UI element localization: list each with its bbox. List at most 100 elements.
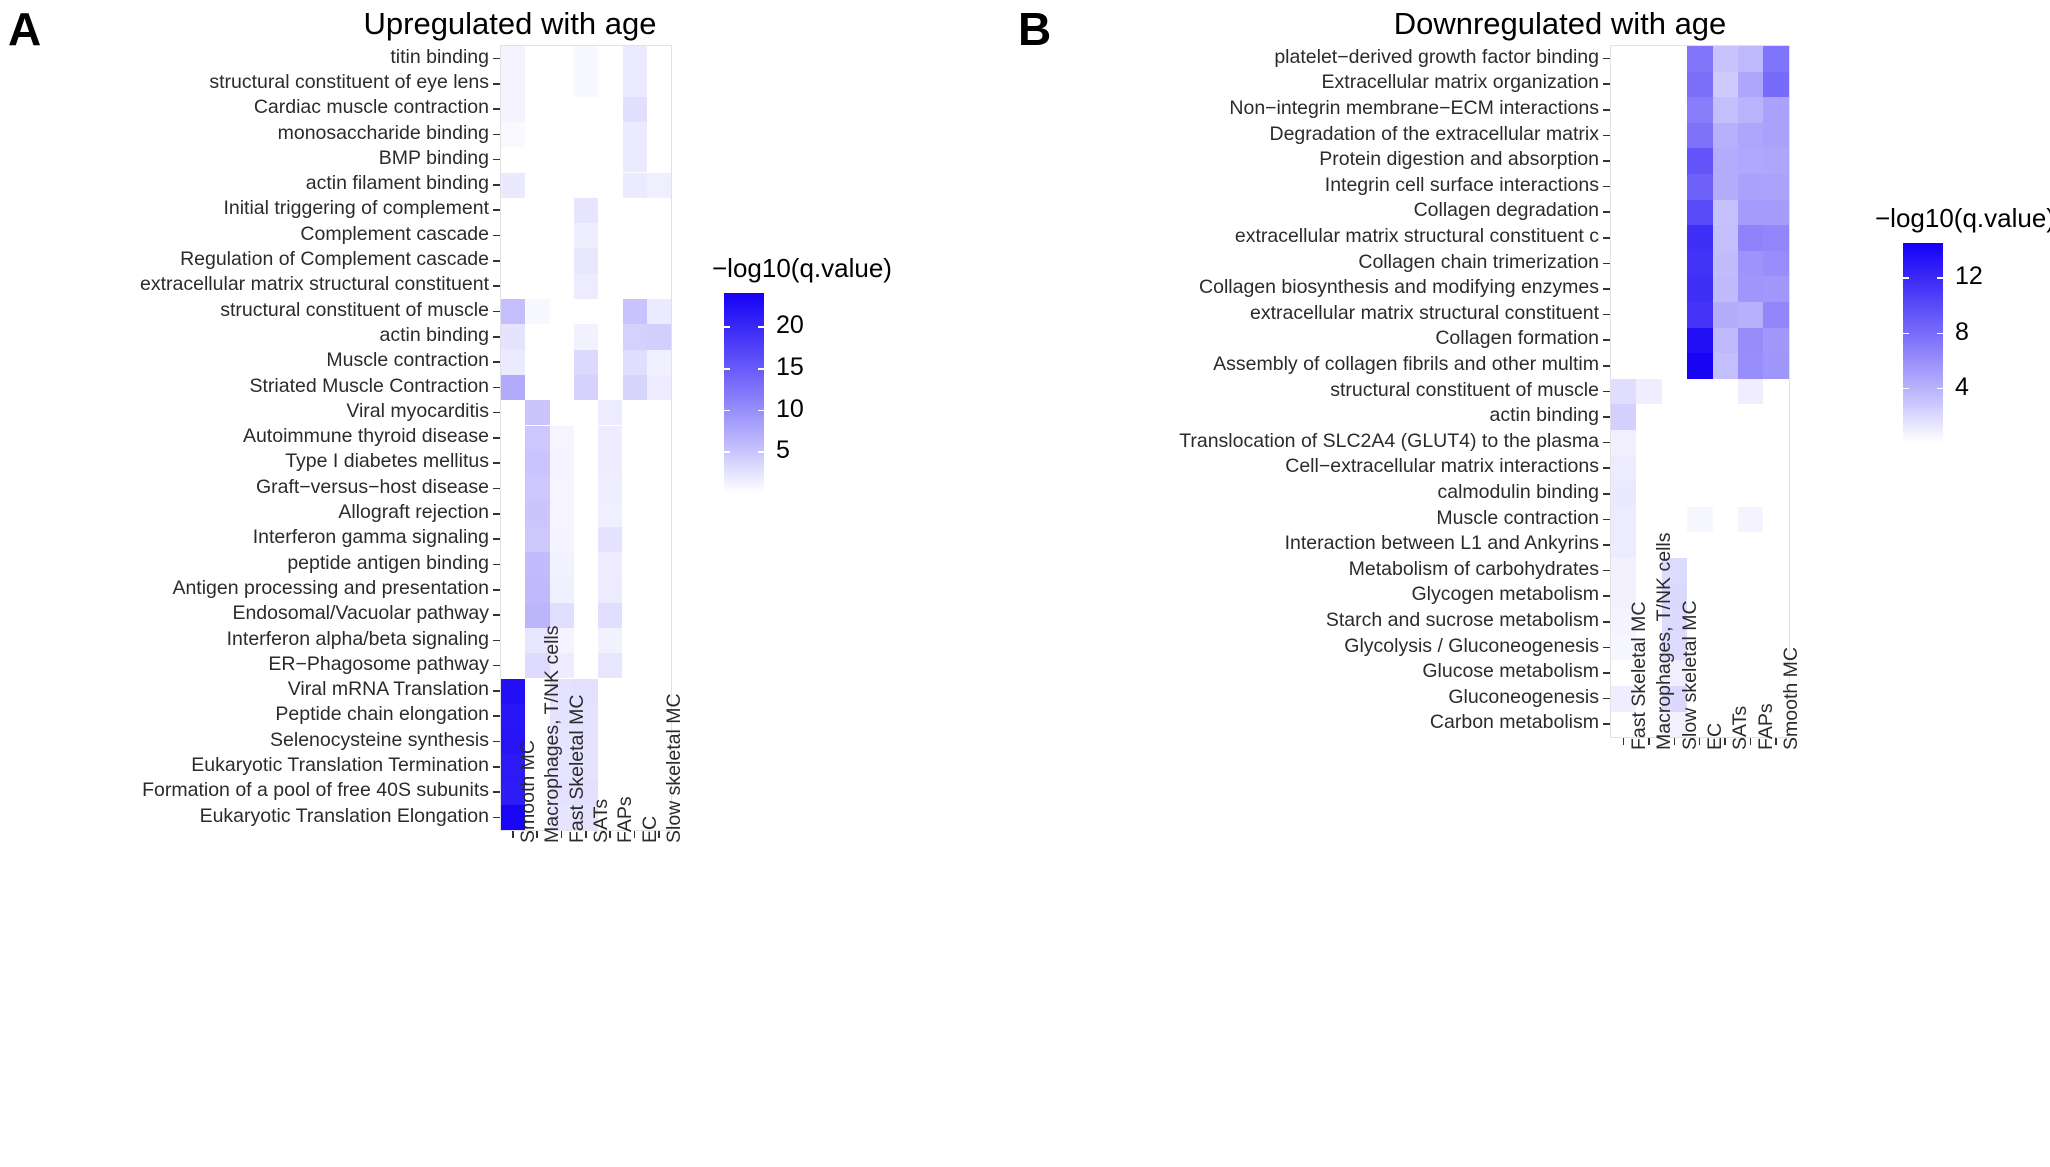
heatmap-cell — [598, 552, 623, 578]
heatmap-cell — [1738, 378, 1764, 405]
row-tick — [1603, 467, 1610, 469]
heatmap-cell — [598, 627, 623, 654]
heatmap-cell — [598, 425, 623, 451]
heatmap-cell — [1763, 353, 1789, 379]
heatmap-cell — [1763, 276, 1789, 302]
legend-tick-label: 8 — [1955, 317, 1969, 346]
column-tick — [1749, 738, 1752, 746]
row-tick — [1603, 723, 1610, 725]
heatmap-cell — [1712, 353, 1738, 379]
heatmap-cell — [573, 273, 599, 299]
heatmap-cell — [1712, 122, 1738, 149]
column-label: SATs — [1729, 706, 1752, 751]
column-tick — [1622, 738, 1625, 746]
legend-tick-label: 5 — [776, 436, 790, 465]
heatmap-cell — [501, 96, 526, 122]
row-label: Regulation of Complement cascade — [180, 248, 489, 271]
row-tick — [493, 184, 500, 186]
heatmap-cell — [1738, 97, 1764, 123]
row-tick — [493, 690, 500, 692]
row-tick — [1603, 109, 1610, 111]
heatmap-cell — [622, 374, 647, 401]
heatmap-cell — [573, 324, 599, 350]
column-label: Macrophages, T/NK cells — [541, 625, 564, 844]
heatmap-cell — [622, 349, 647, 375]
row-label: Collagen chain trimerization — [1358, 250, 1599, 273]
heatmap-cell — [1687, 71, 1713, 98]
heatmap-cell — [1611, 481, 1637, 507]
heatmap-cell — [501, 121, 526, 148]
heatmap-cell — [1738, 250, 1764, 277]
heatmap-cell — [1611, 378, 1637, 405]
row-label: Viral mRNA Translation — [287, 678, 489, 701]
heatmap-cell — [646, 374, 672, 401]
heatmap-cell — [1738, 353, 1764, 379]
row-label: structural constituent of eye lens — [209, 70, 489, 93]
legend-tick — [1937, 332, 1943, 335]
row-tick — [1603, 672, 1610, 674]
row-tick — [493, 386, 500, 389]
heatmap-cell — [1687, 327, 1713, 354]
heatmap-cell — [622, 299, 647, 325]
heatmap-cell — [525, 476, 550, 502]
row-tick — [1603, 544, 1610, 546]
heatmap-cell — [1738, 122, 1764, 149]
row-tick — [493, 664, 500, 667]
heatmap-cell — [501, 324, 526, 350]
row-tick — [493, 766, 500, 768]
row-label: Starch and sucrose metabolism — [1325, 609, 1599, 631]
panel-b-downregulated: B Downregulated with age platelet−derive… — [1010, 0, 2050, 1167]
heatmap-cell — [1712, 46, 1738, 72]
row-tick — [493, 588, 500, 591]
row-label: peptide antigen binding — [287, 551, 489, 574]
column-tick — [657, 831, 660, 839]
heatmap-cell — [1611, 506, 1637, 533]
legend-tick — [724, 326, 730, 328]
legend-tick — [724, 409, 730, 412]
row-label: actin binding — [379, 323, 490, 346]
row-label: monosaccharide binding — [277, 121, 489, 144]
row-tick — [493, 335, 500, 338]
panel-a-colorbar: 20 15 10 5 — [724, 293, 804, 493]
row-tick — [493, 791, 500, 793]
column-label: Slow skeletal MC — [662, 693, 685, 844]
panel-a-letter: A — [8, 3, 42, 55]
heatmap-cell — [598, 526, 623, 552]
heatmap-cell — [549, 450, 574, 477]
heatmap-cell — [1738, 276, 1764, 302]
legend-tick — [1903, 277, 1909, 279]
row-tick — [1603, 57, 1610, 60]
legend-tick — [1903, 332, 1909, 335]
heatmap-cell — [1687, 46, 1713, 72]
heatmap-cell — [1687, 353, 1713, 379]
heatmap-cell — [1712, 97, 1738, 123]
heatmap-cell — [1738, 71, 1764, 98]
column-label: Smooth MC — [1780, 647, 1803, 751]
legend-tick-label: 4 — [1955, 372, 1969, 401]
row-label: Endosomal/Vacuolar pathway — [232, 602, 489, 625]
row-tick — [1603, 313, 1610, 316]
row-label: Eukaryotic Translation Elongation — [199, 804, 489, 827]
heatmap-cell — [1738, 225, 1764, 251]
panel-b-column-labels: Fast Skeletal MC Macrophages, T/NK cells S… — [1610, 533, 1802, 1058]
heatmap-cell — [1712, 174, 1738, 200]
heatmap-cell — [1687, 174, 1713, 200]
heatmap-cell — [646, 349, 672, 375]
heatmap-cell — [1738, 174, 1764, 200]
heatmap-cell — [1763, 302, 1789, 328]
row-tick — [1603, 697, 1610, 700]
heatmap-cell — [1687, 225, 1713, 251]
heatmap-cell — [1763, 225, 1789, 251]
row-label: Protein digestion and absorption — [1319, 148, 1599, 171]
heatmap-cell — [501, 703, 526, 730]
row-label: Muscle contraction — [326, 349, 489, 372]
heatmap-cell — [573, 223, 599, 249]
legend-tick-label: 15 — [776, 353, 804, 381]
heatmap-cell — [573, 248, 599, 274]
row-label: platelet−derived growth factor binding — [1274, 45, 1599, 68]
legend-tick — [1937, 387, 1943, 390]
row-label: Viral myocarditis — [346, 399, 489, 422]
row-label: extracellular matrix structural constitu… — [1250, 301, 1599, 324]
heatmap-cell — [1763, 148, 1789, 174]
heatmap-cell — [525, 577, 550, 603]
